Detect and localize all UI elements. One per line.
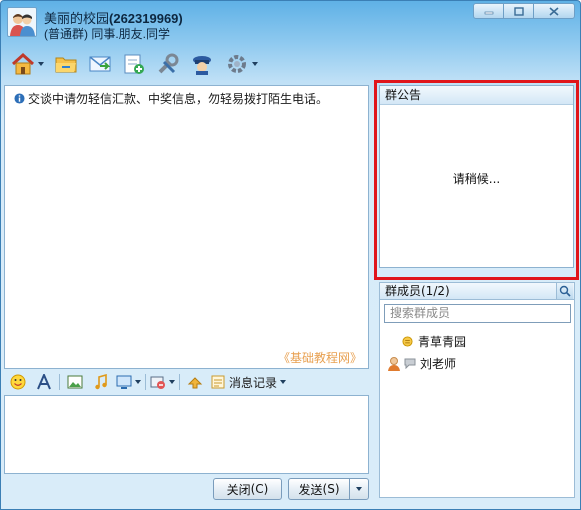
info-icon [14,93,25,104]
chevron-down-icon [280,380,287,384]
toolbar-divider [145,374,146,390]
chevron-down-icon [169,380,175,384]
group-admin-button[interactable] [185,48,219,80]
group-avatar[interactable] [7,7,37,37]
watermark: 《基础教程网》 [277,351,362,365]
member-list-header: 群成员(1/2) [379,282,575,300]
announcement-panel: 群公告 请稍候... [379,85,574,268]
font-button[interactable] [33,371,55,393]
group-chat-window: 美丽的校园(262319969) (普通群) 同事.朋友.同学 交谈中请勿轻信汇… [0,0,581,510]
send-button-hotkey: (S) [322,482,340,496]
close-button[interactable]: 关闭 (C) [213,478,282,500]
notice-text: 交谈中请勿轻信汇款、中奖信息，勿轻易拨打陌生电话。 [28,92,329,106]
font-icon [37,374,51,390]
minimize-icon[interactable] [474,4,504,18]
chat-history[interactable]: 交谈中请勿轻信汇款、中奖信息，勿轻易拨打陌生电话。 《基础教程网》 [4,85,369,369]
close-icon[interactable] [534,4,574,18]
owner-avatar-icon [388,356,400,371]
member-name: 刘老师 [420,357,457,371]
send-message-button[interactable] [83,48,117,80]
toolbar-divider [59,374,60,390]
member-search-button[interactable] [556,283,573,299]
shake-button[interactable] [184,371,206,393]
maximize-icon[interactable] [504,4,534,18]
message-record-icon [211,375,225,389]
image-icon [67,375,83,389]
group-home-icon [11,52,34,75]
close-button-hotkey: (C) [250,482,269,496]
create-discussion-icon [124,54,144,74]
group-id: (262319969) [109,11,183,26]
shake-icon [187,377,203,389]
list-item[interactable]: 刘老师 [386,355,456,372]
music-icon [95,374,107,390]
screen-capture-button[interactable] [116,371,141,393]
main-toolbar [5,47,263,81]
send-options-button[interactable] [349,478,369,500]
send-button-label: 发送 [298,482,323,497]
group-share-folder-button[interactable] [49,48,83,80]
group-admin-icon [193,56,211,75]
group-share-folder-icon [55,57,77,73]
chevron-down-icon [356,487,362,491]
toolbar-divider [179,374,180,390]
message-input[interactable] [4,395,369,474]
message-bubble-icon [404,358,416,369]
send-button[interactable]: 发送 (S) [288,478,350,500]
group-settings-button[interactable] [219,48,263,80]
screen-capture-icon [116,375,132,389]
online-status-icon [402,336,413,347]
close-button-label: 关闭 [226,482,251,497]
member-list: 搜索群成员 青草青园 刘老师 [379,300,575,498]
announcement-title: 群公告 [380,86,573,105]
group-settings-icon [227,55,246,73]
emoticon-button[interactable] [7,371,29,393]
member-name: 青草青园 [418,335,467,349]
member-search-input[interactable]: 搜索群成员 [384,304,571,323]
video-icon [150,376,165,389]
video-button[interactable] [150,371,175,393]
image-button[interactable] [64,371,86,393]
create-discussion-button[interactable] [117,48,151,80]
message-record-label: 消息记录 [229,375,278,390]
send-message-icon [89,56,111,72]
chevron-down-icon [135,380,141,384]
loading-text: 请稍候... [452,172,501,186]
group-tools-icon [158,53,179,74]
security-notice: 交谈中请勿轻信汇款、中奖信息，勿轻易拨打陌生电话。 [14,90,328,107]
window-controls [473,3,575,19]
input-toolbar: 消息记录 [4,370,369,394]
chevron-down-icon [37,62,44,66]
group-type: (普通群) 同事.朋友.同学 [44,27,170,41]
music-button[interactable] [90,371,112,393]
group-name: 美丽的校园 [44,11,110,26]
group-home-button[interactable] [5,48,49,80]
group-tools-button[interactable] [151,48,185,80]
member-count: 群成员(1/2) [385,284,450,298]
message-record-button[interactable]: 消息记录 [210,371,287,393]
emoticon-icon [10,374,26,390]
chevron-down-icon [251,62,258,66]
list-item[interactable]: 青草青园 [386,333,466,350]
search-icon [559,285,571,297]
